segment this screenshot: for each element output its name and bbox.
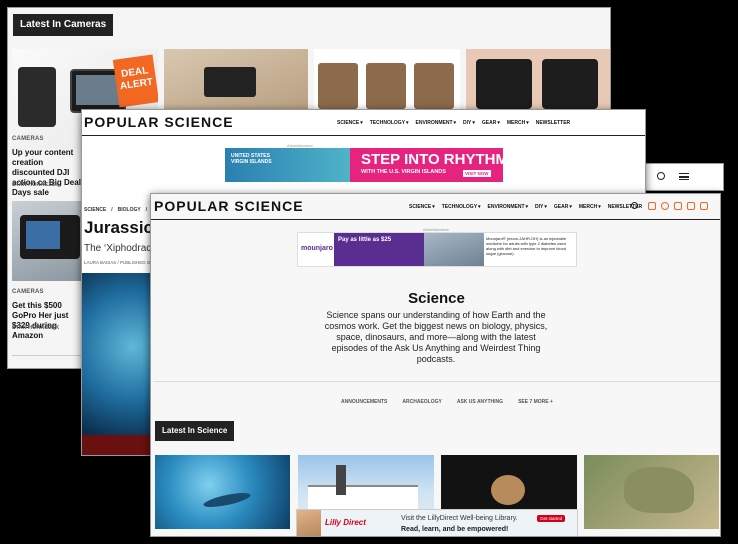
instagram-icon[interactable]: [674, 202, 682, 210]
article-image-gopro[interactable]: [12, 201, 84, 281]
ad-banner-mounjaro[interactable]: mounjaro Pay as little as $25 Mounjaro® …: [297, 232, 577, 267]
site-logo[interactable]: POPULAR SCIENCE: [154, 198, 304, 214]
article-hero-image: [82, 273, 154, 455]
nav-item-diy[interactable]: DIY: [463, 120, 475, 126]
article-image-fish[interactable]: [155, 455, 290, 529]
page-description: Science spans our understanding of how E…: [324, 310, 548, 364]
section-label: Latest In Cameras: [13, 14, 114, 36]
article-category: CAMERAS: [12, 289, 44, 295]
nav-item-environment[interactable]: ENVIRONMENT: [416, 120, 456, 126]
nav-item-environment[interactable]: ENVIRONMENT: [488, 204, 528, 210]
nav-item-technology[interactable]: TECHNOLOGY: [442, 204, 481, 210]
science-window: POPULAR SCIENCE SCIENCE TECHNOLOGY ENVIR…: [150, 193, 721, 537]
facebook-icon[interactable]: [648, 202, 656, 210]
breadcrumb-biology[interactable]: BIOLOGY: [118, 207, 142, 213]
main-nav: SCIENCE TECHNOLOGY ENVIRONMENT DIY GEAR …: [337, 120, 571, 126]
nav-item-merch[interactable]: MERCH: [579, 204, 601, 210]
header-divider: [82, 135, 645, 136]
breadcrumb-science[interactable]: SCIENCE: [84, 207, 107, 213]
nav-item-technology[interactable]: TECHNOLOGY: [370, 120, 409, 126]
deal-alert-badge: DEAL ALERT: [112, 54, 158, 108]
ad-banner-lilly[interactable]: Lilly Direct Visit the LillyDirect Well-…: [296, 509, 578, 536]
nav-item-newsletter[interactable]: NEWSLETTER: [536, 120, 571, 126]
page-title: Science: [408, 290, 465, 307]
main-nav: SCIENCE TECHNOLOGY ENVIRONMENT DIY GEAR …: [409, 204, 643, 210]
article-image-trail-cams[interactable]: [314, 49, 460, 114]
mail-icon[interactable]: [700, 202, 708, 210]
nav-item-merch[interactable]: MERCH: [507, 120, 529, 126]
youtube-icon[interactable]: [687, 202, 695, 210]
subnav-announcements[interactable]: ANNOUNCEMENTS: [341, 399, 388, 405]
search-icon[interactable]: [657, 172, 665, 180]
article-headline[interactable]: Get this $500 GoPro Her just $329 during…: [12, 301, 84, 341]
subnav-ask-us-anything[interactable]: ASK US ANYTHING: [457, 399, 504, 405]
article-image-action-cams[interactable]: [466, 49, 610, 114]
ad-banner-usvi[interactable]: UNITED STATES VIRGIN ISLANDS STEP INTO R…: [225, 148, 503, 182]
nav-item-science[interactable]: SCIENCE: [337, 120, 363, 126]
search-icon[interactable]: [631, 202, 638, 209]
article-byline: STAN HORACZEK: [12, 182, 60, 188]
nav-item-gear[interactable]: GEAR: [554, 204, 572, 210]
nav-item-gear[interactable]: GEAR: [482, 120, 500, 126]
section-label: Latest In Science: [155, 421, 235, 441]
subnav-see-more[interactable]: SEE 7 MORE +: [518, 399, 554, 405]
article-category: CAMERAS: [12, 136, 44, 142]
article-image-hand-phone[interactable]: [164, 49, 308, 114]
site-logo[interactable]: POPULAR SCIENCE: [84, 114, 234, 130]
article-headline[interactable]: Up your content creation discounted DJI …: [12, 148, 84, 198]
butterfly-icon[interactable]: [661, 202, 669, 210]
nav-item-science[interactable]: SCIENCE: [409, 204, 435, 210]
nav-item-diy[interactable]: DIY: [535, 204, 547, 210]
header-divider: [151, 219, 720, 220]
subnav-archaeology[interactable]: ARCHAEOLOGY: [402, 399, 442, 405]
subcategory-nav: ANNOUNCEMENTS ARCHAEOLOGY ASK US ANYTHIN…: [341, 399, 554, 405]
article-byline: LAURA BAISAS / PUBLISHED O: [84, 260, 151, 265]
background-window: [640, 163, 724, 191]
divider: [153, 381, 720, 382]
article-image-lizard[interactable]: [584, 455, 719, 529]
article-dek: The ‘Xiphodraco: [84, 243, 157, 254]
breadcrumb: SCIENCE / BIOLOGY / EV: [84, 207, 160, 213]
article-byline: STAN HORACZEK: [12, 325, 60, 331]
divider: [12, 355, 82, 356]
social-icons: [648, 202, 708, 210]
